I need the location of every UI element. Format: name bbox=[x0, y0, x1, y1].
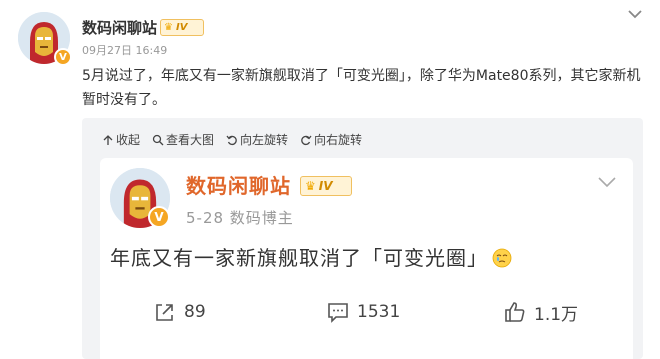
view-large-label: 查看大图 bbox=[166, 133, 215, 147]
rotate-right-label: 向右旋转 bbox=[314, 133, 363, 147]
zoom-icon bbox=[152, 134, 164, 145]
crown-icon: ♛ bbox=[305, 179, 316, 193]
like-count: 1.1万 bbox=[534, 304, 579, 325]
share-icon bbox=[156, 304, 173, 321]
level-badge: ♛ IV bbox=[160, 19, 204, 36]
chevron-down-icon bbox=[598, 177, 616, 188]
embedded-level-badge: ♛ IV bbox=[300, 176, 352, 196]
arrow-up-icon bbox=[103, 134, 113, 145]
post-username[interactable]: 数码闲聊站 bbox=[82, 17, 157, 38]
collapse-label: 收起 bbox=[116, 133, 141, 147]
level-label: IV bbox=[175, 22, 188, 33]
rotate-left-icon bbox=[226, 135, 237, 145]
post-timestamp[interactable]: 09月27日 16:49 bbox=[82, 42, 167, 58]
rotate-left-button[interactable]: 向左旋转 bbox=[226, 131, 288, 148]
embedded-comment-action: 1531 bbox=[327, 298, 400, 326]
crown-icon: ♛ bbox=[164, 22, 173, 33]
image-toolbar: 收起 查看大图 向左旋转 向右旋转 bbox=[102, 131, 362, 148]
embedded-verified-badge-icon: V bbox=[148, 206, 170, 228]
thumbs-up-icon bbox=[505, 302, 525, 322]
embedded-username: 数码闲聊站 bbox=[186, 174, 291, 198]
rotate-right-button[interactable]: 向右旋转 bbox=[300, 131, 362, 148]
comment-icon bbox=[328, 303, 348, 323]
rotate-right-icon bbox=[301, 135, 312, 145]
verified-badge-icon: V bbox=[54, 48, 72, 66]
embedded-like-action: 1.1万 bbox=[504, 298, 578, 326]
embedded-level-label: IV bbox=[318, 179, 333, 193]
embedded-text-line: 年底又有一家新旗舰取消了「可变光圈」 bbox=[110, 242, 512, 271]
embedded-meta: 5-28 数码博主 bbox=[186, 209, 294, 227]
embedded-text: 年底又有一家新旗舰取消了「可变光圈」 bbox=[110, 246, 488, 270]
view-large-button[interactable]: 查看大图 bbox=[152, 131, 214, 148]
chevron-down-icon[interactable] bbox=[626, 7, 644, 21]
embedded-share-action: 89 bbox=[154, 298, 206, 326]
share-count: 89 bbox=[184, 302, 206, 322]
collapse-button[interactable]: 收起 bbox=[102, 131, 140, 148]
crying-face-emoji-icon bbox=[492, 248, 512, 268]
comment-count: 1531 bbox=[357, 302, 401, 322]
post-text: 5月说过了，年底又有一家新旗舰取消了「可变光圈」，除了华为Mate80系列，其它… bbox=[82, 68, 641, 108]
rotate-left-label: 向左旋转 bbox=[240, 133, 289, 147]
